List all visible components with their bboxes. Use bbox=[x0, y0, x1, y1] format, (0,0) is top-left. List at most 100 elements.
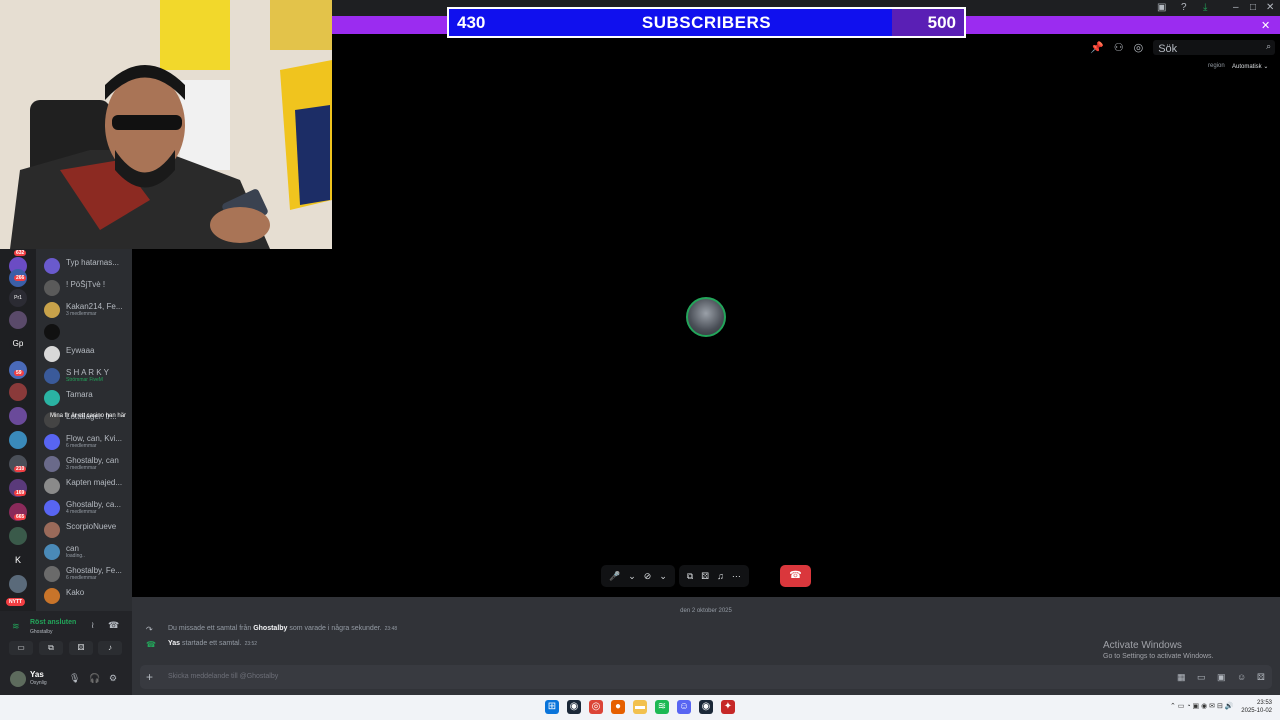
microphone-icon[interactable]: 🎙 bbox=[69, 673, 80, 684]
search-placeholder: Sök bbox=[1158, 43, 1178, 55]
dm-item[interactable]: Kako bbox=[44, 587, 132, 607]
server-icon[interactable]: Gp bbox=[9, 335, 27, 353]
signal-icon[interactable]: ≋ bbox=[12, 621, 20, 632]
activity-icon[interactable]: ⚄ bbox=[701, 571, 709, 582]
disconnect-icon[interactable]: ☎ bbox=[108, 620, 119, 631]
avatar bbox=[44, 302, 60, 318]
system-clock[interactable]: 23:53 2025-10-02 bbox=[1240, 699, 1272, 715]
apps-icon[interactable]: ⚄ bbox=[1257, 672, 1265, 683]
discord-icon[interactable]: ☺ bbox=[677, 700, 691, 714]
message-input-placeholder[interactable]: Skicka meddelande till @Ghostalby bbox=[168, 673, 278, 680]
noise-suppression-icon[interactable]: ≀ bbox=[91, 620, 94, 631]
file-explorer-icon[interactable]: ▬ bbox=[633, 700, 647, 714]
avatar bbox=[44, 456, 60, 472]
soundboard-icon[interactable]: ♫ bbox=[717, 571, 724, 581]
emoji-icon[interactable]: ☺ bbox=[1237, 672, 1246, 682]
maximize-icon[interactable]: □ bbox=[1250, 2, 1256, 13]
steam-icon[interactable]: ◉ bbox=[699, 700, 713, 714]
profile-icon[interactable]: ◎ bbox=[1134, 41, 1144, 54]
add-attachment-icon[interactable]: + bbox=[146, 670, 153, 684]
server-icon[interactable] bbox=[9, 311, 27, 329]
server-icon[interactable] bbox=[9, 431, 27, 449]
message-composer[interactable] bbox=[140, 665, 1272, 689]
header-toolbar: 📌 ⚇ ◎ Sök ⌕ bbox=[1090, 40, 1276, 55]
date-divider: den 2 oktober 2025 bbox=[680, 608, 732, 614]
dm-item[interactable]: Flow, can, Kvi... 6 medlemmar bbox=[44, 433, 132, 453]
dm-item[interactable] bbox=[44, 323, 132, 343]
microphone-icon[interactable]: 🎤 bbox=[609, 571, 620, 582]
subscriber-goal: 500 bbox=[927, 13, 956, 32]
dm-item[interactable]: Ghostalby, ca... 4 medlemmar bbox=[44, 499, 132, 519]
server-icon[interactable] bbox=[9, 527, 27, 545]
help-icon[interactable]: ? bbox=[1181, 2, 1187, 13]
actions-control-group[interactable]: ⧉ ⚄ ♫ ⋯ bbox=[678, 565, 749, 587]
download-icon[interactable]: ⤓ bbox=[1203, 2, 1207, 13]
dm-item[interactable]: can loading.. bbox=[44, 543, 132, 563]
call-controls: 🎤 ⌄ ⊘ ⌄ ⧉ ⚄ ♫ ⋯ bbox=[601, 565, 773, 587]
clock-date: 2025-10-02 bbox=[1241, 708, 1272, 714]
subscriber-goal-bar: 430 SUBSCRIBERS 500 bbox=[447, 7, 966, 38]
avatar bbox=[44, 434, 60, 450]
add-friend-icon[interactable]: ⚇ bbox=[1114, 41, 1124, 54]
minimize-icon[interactable]: – bbox=[1233, 2, 1239, 13]
dm-item[interactable]: Tamara bbox=[44, 389, 132, 409]
share-screen-button[interactable]: ⧉ bbox=[39, 641, 63, 655]
server-icon[interactable] bbox=[9, 383, 27, 401]
sticker-icon[interactable]: ▣ bbox=[1217, 672, 1226, 683]
dm-item[interactable]: Ghostalby, can 3 medlemmar bbox=[44, 455, 132, 475]
chrome-icon[interactable]: ◎ bbox=[589, 700, 603, 714]
share-screen-icon[interactable]: ⧉ bbox=[687, 571, 693, 582]
pin-icon[interactable]: 📌 bbox=[1090, 41, 1104, 54]
chevron-down-icon[interactable]: ⌄ bbox=[628, 571, 636, 582]
avatar bbox=[44, 324, 60, 340]
system-tray[interactable]: ⌃ ▭ ◔ ▣ ◉ ✉ ⊟ 🔊 bbox=[1170, 702, 1234, 710]
soundboard-button[interactable]: ♪ bbox=[98, 641, 122, 655]
start-icon[interactable]: ⊞ bbox=[545, 700, 559, 714]
mic-control-group[interactable]: 🎤 ⌄ ⊘ ⌄ bbox=[601, 565, 675, 587]
avatar[interactable] bbox=[10, 671, 26, 687]
close-overlay-icon[interactable]: ✕ bbox=[1261, 19, 1270, 32]
dm-item[interactable]: Typ hatarnas... bbox=[44, 257, 132, 277]
dm-item[interactable]: Kakan214, Fe... 3 medlemmar bbox=[44, 301, 132, 321]
steam-icon[interactable]: ◉ bbox=[567, 700, 581, 714]
avatar bbox=[44, 390, 60, 406]
server-icon[interactable] bbox=[9, 407, 27, 425]
gift-icon[interactable]: ▦ bbox=[1177, 672, 1186, 683]
dm-item[interactable]: ScorpioNueve bbox=[44, 521, 132, 541]
camera-button[interactable]: ▭ bbox=[9, 641, 33, 655]
user-status: Osynlig bbox=[30, 680, 47, 686]
dm-item[interactable]: Kapten majed... bbox=[44, 477, 132, 497]
region-label: region bbox=[1208, 63, 1225, 69]
call-participant-avatar[interactable] bbox=[686, 297, 726, 337]
settings-icon[interactable]: ⚙ bbox=[109, 673, 117, 684]
activity-button[interactable]: ⚄ bbox=[69, 641, 93, 655]
more-icon[interactable]: ⋯ bbox=[732, 571, 741, 582]
avatar bbox=[44, 588, 60, 604]
firefox-icon[interactable]: ● bbox=[611, 700, 625, 714]
voice-status[interactable]: Röst ansluten bbox=[30, 619, 76, 626]
new-badge[interactable]: NYTT bbox=[6, 598, 26, 606]
chevron-down-icon[interactable]: ⌄ bbox=[659, 571, 667, 582]
spotify-icon[interactable]: ≋ bbox=[655, 700, 669, 714]
app-icon[interactable]: ✦ bbox=[721, 700, 735, 714]
headphones-icon[interactable]: 🎧 bbox=[89, 673, 100, 684]
region-select[interactable]: Automatisk ⌄ bbox=[1232, 63, 1268, 70]
server-icon[interactable]: K bbox=[9, 551, 27, 569]
server-icon[interactable] bbox=[9, 575, 27, 593]
gif-icon[interactable]: ▭ bbox=[1197, 672, 1206, 683]
voice-channel[interactable]: Ghostalby bbox=[30, 629, 53, 635]
dm-item[interactable]: ! PöŠjTvè ! bbox=[44, 279, 132, 299]
dm-item[interactable]: S H A R K Y Strömmar FiveM bbox=[44, 367, 132, 387]
screen-share-icon[interactable]: ▣ bbox=[1157, 2, 1166, 13]
direct-messages-list: Typ hatarnas... ! PöŠjTvè ! Kakan214, Fe… bbox=[36, 249, 132, 611]
search-input[interactable]: Sök ⌕ bbox=[1153, 40, 1276, 55]
server-icon[interactable]: Pr1 bbox=[9, 289, 27, 307]
dm-item[interactable]: Ghostalby, Fe... 6 medlemmar bbox=[44, 565, 132, 585]
camera-off-icon[interactable]: ⊘ bbox=[644, 571, 652, 582]
close-window-icon[interactable]: ✕ bbox=[1266, 2, 1274, 13]
dm-item[interactable]: Eywaaa bbox=[44, 345, 132, 365]
user-name[interactable]: Yas bbox=[30, 670, 44, 679]
hangup-button[interactable]: ☎ bbox=[780, 565, 811, 587]
unread-badge: 210 bbox=[14, 466, 27, 472]
missed-call-icon: ↷ bbox=[146, 625, 153, 634]
